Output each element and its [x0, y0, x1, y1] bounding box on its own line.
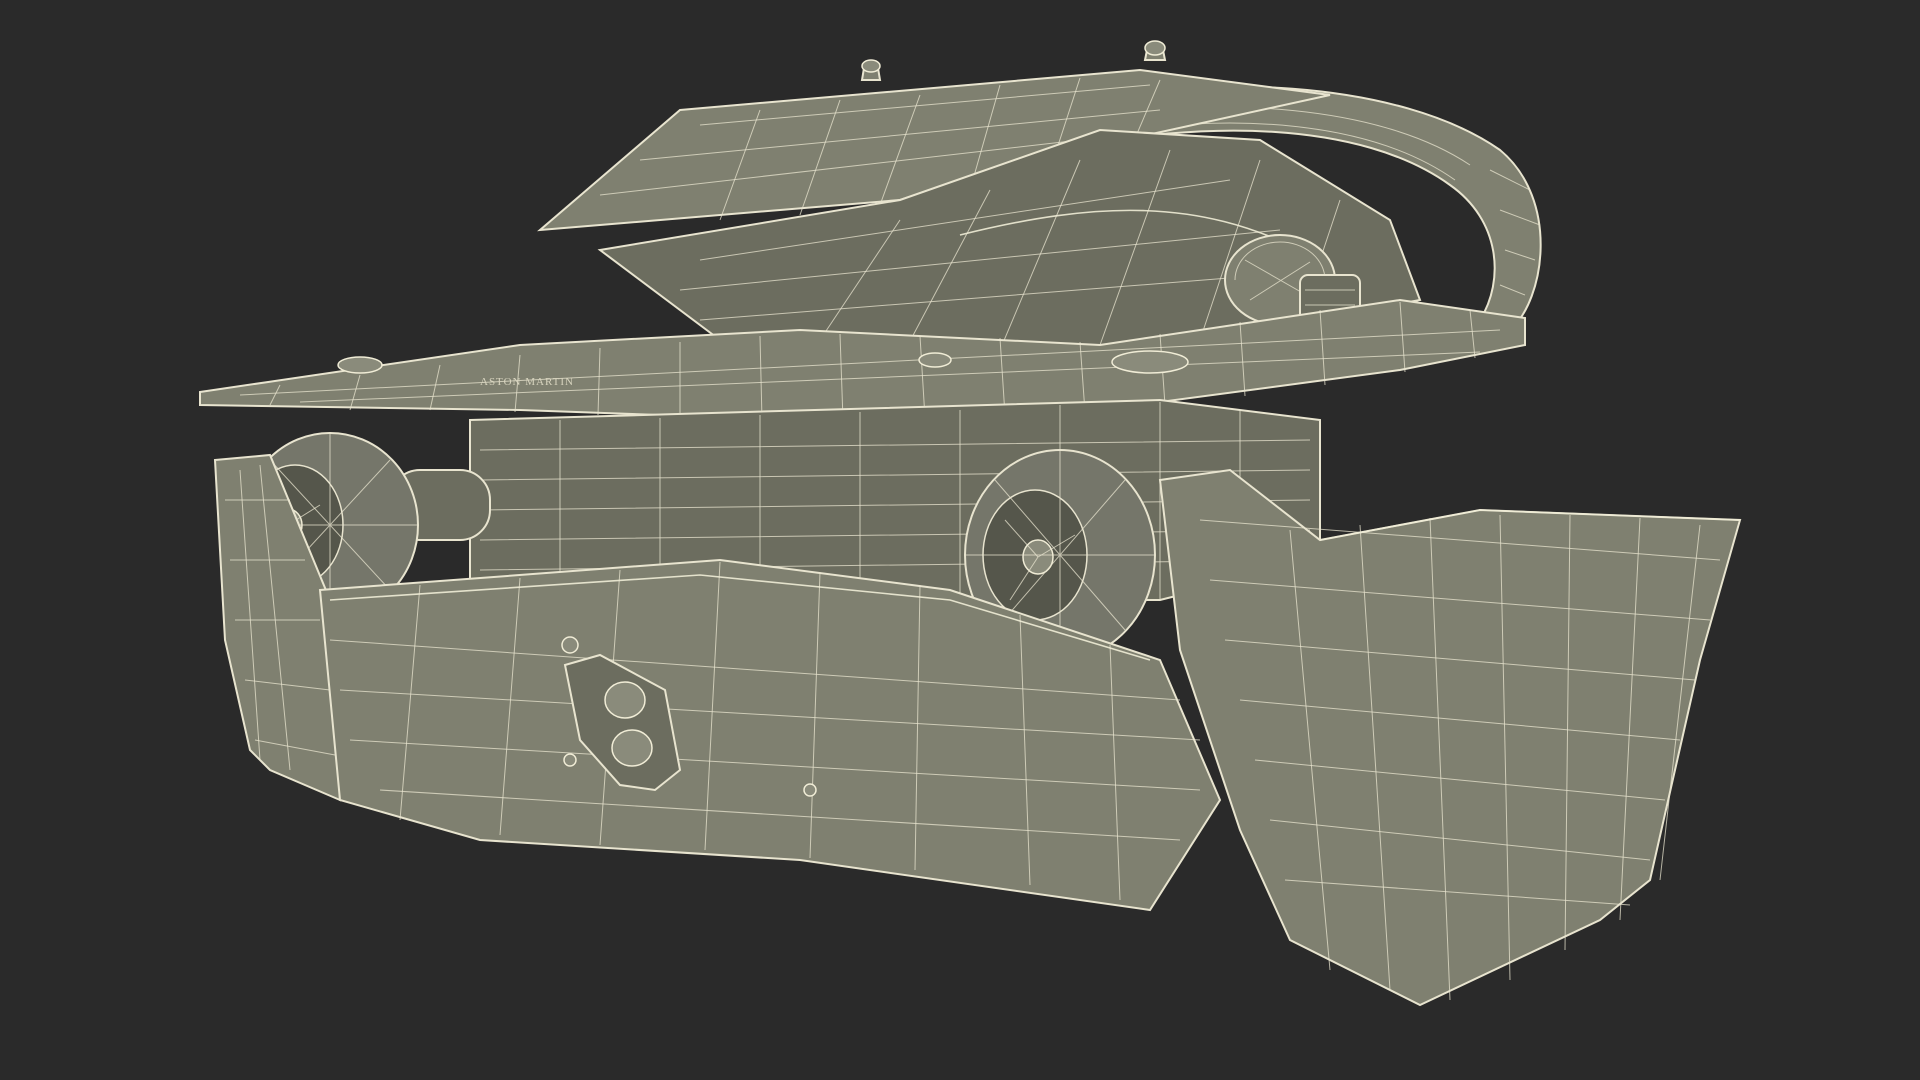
right-rear-pod [1158, 468, 1742, 1007]
deck-marking-text: ASTON MARTIN [480, 376, 574, 388]
wireframe-submarine-render: ASTON MARTIN [199, 40, 1742, 1007]
render-viewport: ASTON MARTIN [0, 0, 1920, 1080]
